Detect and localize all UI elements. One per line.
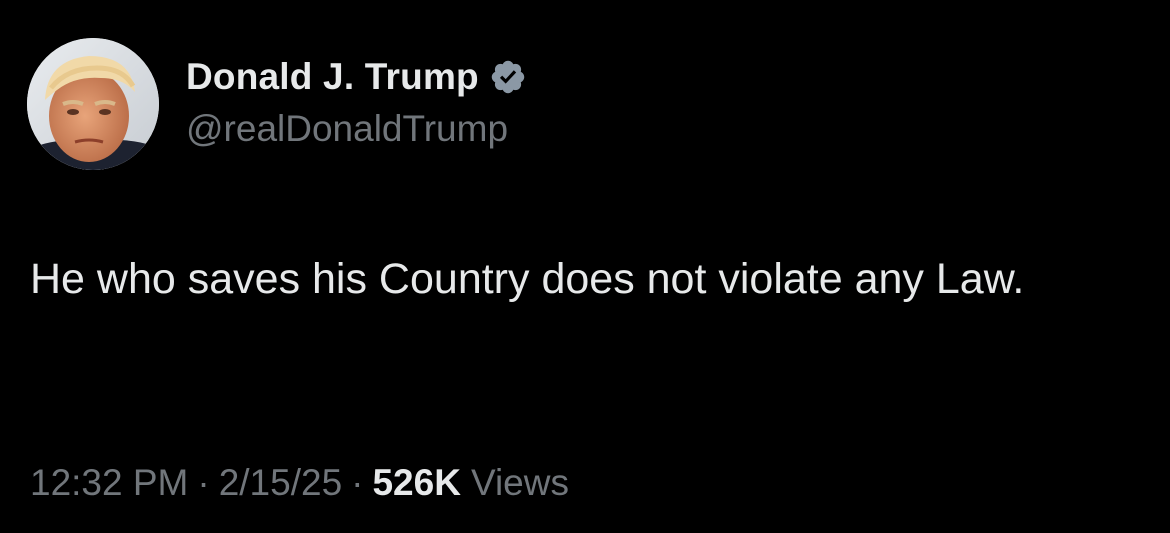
- avatar[interactable]: [27, 38, 159, 170]
- author-display-name[interactable]: Donald J. Trump: [186, 56, 479, 98]
- author-handle[interactable]: @realDonaldTrump: [186, 108, 508, 150]
- verified-badge-icon[interactable]: [489, 58, 527, 96]
- meta-separator: ·: [351, 462, 364, 503]
- views-label[interactable]: Views: [471, 462, 569, 504]
- tweet-time[interactable]: 12:32 PM: [30, 462, 188, 504]
- views-count[interactable]: 526K: [372, 462, 460, 504]
- avatar-image: [27, 38, 159, 170]
- tweet-meta: 12:32 PM · 2/15/25 · 526K Views: [30, 462, 569, 504]
- tweet-text: He who saves his Country does not violat…: [30, 255, 1025, 303]
- tweet-date[interactable]: 2/15/25: [219, 462, 342, 504]
- tweet-card: Donald J. Trump @realDonaldTrump He who …: [0, 0, 1170, 533]
- author-name-row: Donald J. Trump: [186, 52, 527, 102]
- meta-separator: ·: [197, 462, 210, 503]
